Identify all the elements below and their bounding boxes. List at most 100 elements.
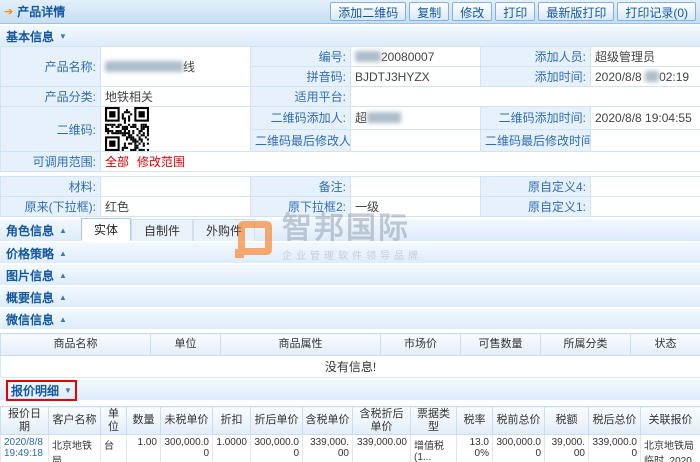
qrcode-label: 二维码:	[1, 107, 101, 152]
qr-addtime-label: 二维码添加时间:	[481, 107, 591, 130]
platform-value	[351, 87, 700, 107]
column-header: 单位	[151, 334, 221, 356]
column-header: 关联报价	[641, 407, 700, 435]
platform-label: 适用平台:	[251, 87, 351, 107]
section-header-quote-detail[interactable]: 报价明细 ▼	[0, 380, 700, 400]
modify-button[interactable]: 修改	[452, 2, 492, 21]
section-header-summary-info[interactable]: 概要信息 ▲	[0, 287, 700, 307]
qr-editor-label: 二维码最后修改人:	[251, 129, 351, 152]
source-label: 原来(下拉框):	[1, 197, 101, 217]
toolbar-buttons: 添加二维码 复制 修改 打印 最新版打印 打印记录(0)	[330, 2, 696, 21]
quote-table-header-row: 报价日期 客户名称 单位 数量 未税单价 折扣 折后单价 含税单价 含税折后单价…	[1, 407, 700, 435]
product-table-header-row: 商品名称 单位 商品属性 市场价 可售数量 所属分类 状态	[1, 334, 700, 356]
modify-scope-link[interactable]: 修改范围	[137, 155, 185, 169]
quantity-cell: 1.00	[127, 435, 161, 462]
tab-purchased[interactable]: 外购件	[193, 219, 255, 241]
section-title-quote-detail: 报价明细	[11, 382, 59, 399]
tax-amount-cell: 39,000.00	[545, 435, 589, 462]
redacted-text	[367, 112, 401, 123]
qr-adder-value: 超	[351, 107, 481, 130]
column-header: 税前总价	[493, 407, 545, 435]
product-table: 商品名称 单位 商品属性 市场价 可售数量 所属分类 状态 没有信息!	[0, 333, 700, 378]
qr-addtime-value: 2020/8/8 19:04:55	[591, 107, 700, 130]
aftertax-total-cell: 339,000.00	[589, 435, 641, 462]
copy-button[interactable]: 复制	[409, 2, 449, 21]
taxed-discounted-price-cell: 339,000.00	[353, 435, 411, 462]
column-header: 折后单价	[251, 407, 303, 435]
qr-code	[101, 107, 251, 152]
material-value	[101, 177, 251, 197]
quote-date-link[interactable]: 2020/8/8 19:49:18	[1, 435, 49, 462]
column-header: 税率	[457, 407, 493, 435]
section-header-price-strategy[interactable]: 价格策略 ▲	[0, 243, 700, 263]
quote-table: 报价日期 客户名称 单位 数量 未税单价 折扣 折后单价 含税单价 含税折后单价…	[0, 406, 700, 462]
adder-value: 超级管理员	[591, 47, 700, 67]
quote-table-row: 2020/8/8 19:49:18 北京地铁局 台 1.00 300,000.0…	[1, 435, 700, 462]
column-header: 状态	[631, 334, 700, 356]
pinyin-label: 拼音码:	[251, 67, 351, 87]
add-qrcode-button[interactable]: 添加二维码	[330, 2, 406, 21]
empty-message: 没有信息!	[1, 356, 700, 378]
custom4-label: 原自定义4:	[481, 177, 591, 197]
section-header-basic-info[interactable]: 基本信息 ▼	[0, 26, 700, 46]
redacted-text	[105, 61, 183, 72]
section-header-role-info[interactable]: 角色信息 ▲ 实体 自制件 外购件	[0, 219, 700, 241]
empty-row: 没有信息!	[1, 356, 700, 378]
scope-label: 可调用范围:	[1, 152, 101, 172]
qr-adder-label: 二维码添加人:	[251, 107, 351, 130]
column-header: 商品名称	[1, 334, 151, 356]
custom4-value	[591, 177, 700, 197]
related-quote-cell: 北京地铁局临时_20200808001	[641, 435, 700, 462]
column-header: 未税单价	[161, 407, 213, 435]
category-value: 地铁相关	[101, 87, 251, 107]
custom1-label: 原自定义1:	[481, 197, 591, 217]
column-header: 数量	[127, 407, 161, 435]
column-header: 票据类型	[411, 407, 457, 435]
taxed-price-cell: 339,000.00	[303, 435, 353, 462]
section-header-wechat-info[interactable]: 微信信息 ▲	[0, 309, 700, 329]
print-records-button[interactable]: 打印记录(0)	[617, 2, 696, 21]
tax-rate-cell: 13.00%	[457, 435, 493, 462]
page-title: 产品详情	[17, 3, 65, 20]
remark-label: 备注:	[251, 177, 351, 197]
invoice-type-cell: 增值税(1...	[411, 435, 457, 462]
tab-selfmade[interactable]: 自制件	[131, 219, 193, 241]
forward-arrow-icon: ➔	[4, 5, 13, 18]
column-header: 含税折后单价	[353, 407, 411, 435]
product-name-value: 线	[101, 47, 251, 87]
source-value: 红色	[101, 197, 251, 217]
section-title-price-strategy: 价格策略	[6, 245, 54, 262]
dropdown2-value: 一级	[351, 197, 481, 217]
section-title-summary-info: 概要信息	[6, 289, 54, 306]
basic-info-form-extra: 材料: 备注: 原自定义4: 原来(下拉框): 红色 原下拉框2: 一级 原自定…	[0, 176, 700, 217]
print-button[interactable]: 打印	[495, 2, 535, 21]
scope-value: 全部修改范围	[101, 152, 700, 172]
column-header: 客户名称	[49, 407, 101, 435]
latest-print-button[interactable]: 最新版打印	[538, 2, 614, 21]
column-header: 税后总价	[589, 407, 641, 435]
column-header: 市场价	[381, 334, 461, 356]
column-header: 报价日期	[1, 407, 49, 435]
chevron-up-icon: ▲	[59, 249, 67, 258]
toolbar-title-area: ➔ 产品详情	[4, 3, 65, 20]
discounted-price-cell: 300,000.00	[251, 435, 303, 462]
chevron-up-icon: ▲	[59, 315, 67, 324]
customer-name-cell: 北京地铁局	[49, 435, 101, 462]
pinyin-value: BJDTJ3HYZX	[351, 67, 481, 87]
pretax-price-cell: 300,000.00	[161, 435, 213, 462]
addtime-label: 添加时间:	[481, 67, 591, 87]
column-header: 折扣	[213, 407, 251, 435]
product-name-label: 产品名称:	[1, 47, 101, 87]
tab-entity[interactable]: 实体	[81, 218, 131, 241]
annotation-red-box: 报价明细 ▼	[6, 380, 77, 401]
column-header: 可售数量	[461, 334, 541, 356]
redacted-text	[645, 71, 659, 82]
addtime-value: 2020/8/8 02:19	[591, 67, 700, 87]
remark-value	[351, 177, 481, 197]
section-header-image-info[interactable]: 图片信息 ▲	[0, 265, 700, 285]
toolbar: ➔ 产品详情 添加二维码 复制 修改 打印 最新版打印 打印记录(0)	[0, 0, 700, 24]
material-label: 材料:	[1, 177, 101, 197]
role-tabs: 实体 自制件 外购件	[81, 219, 255, 241]
qr-edittime-label: 二维码最后修改时间:	[481, 129, 591, 152]
section-title-image-info: 图片信息	[6, 267, 54, 284]
